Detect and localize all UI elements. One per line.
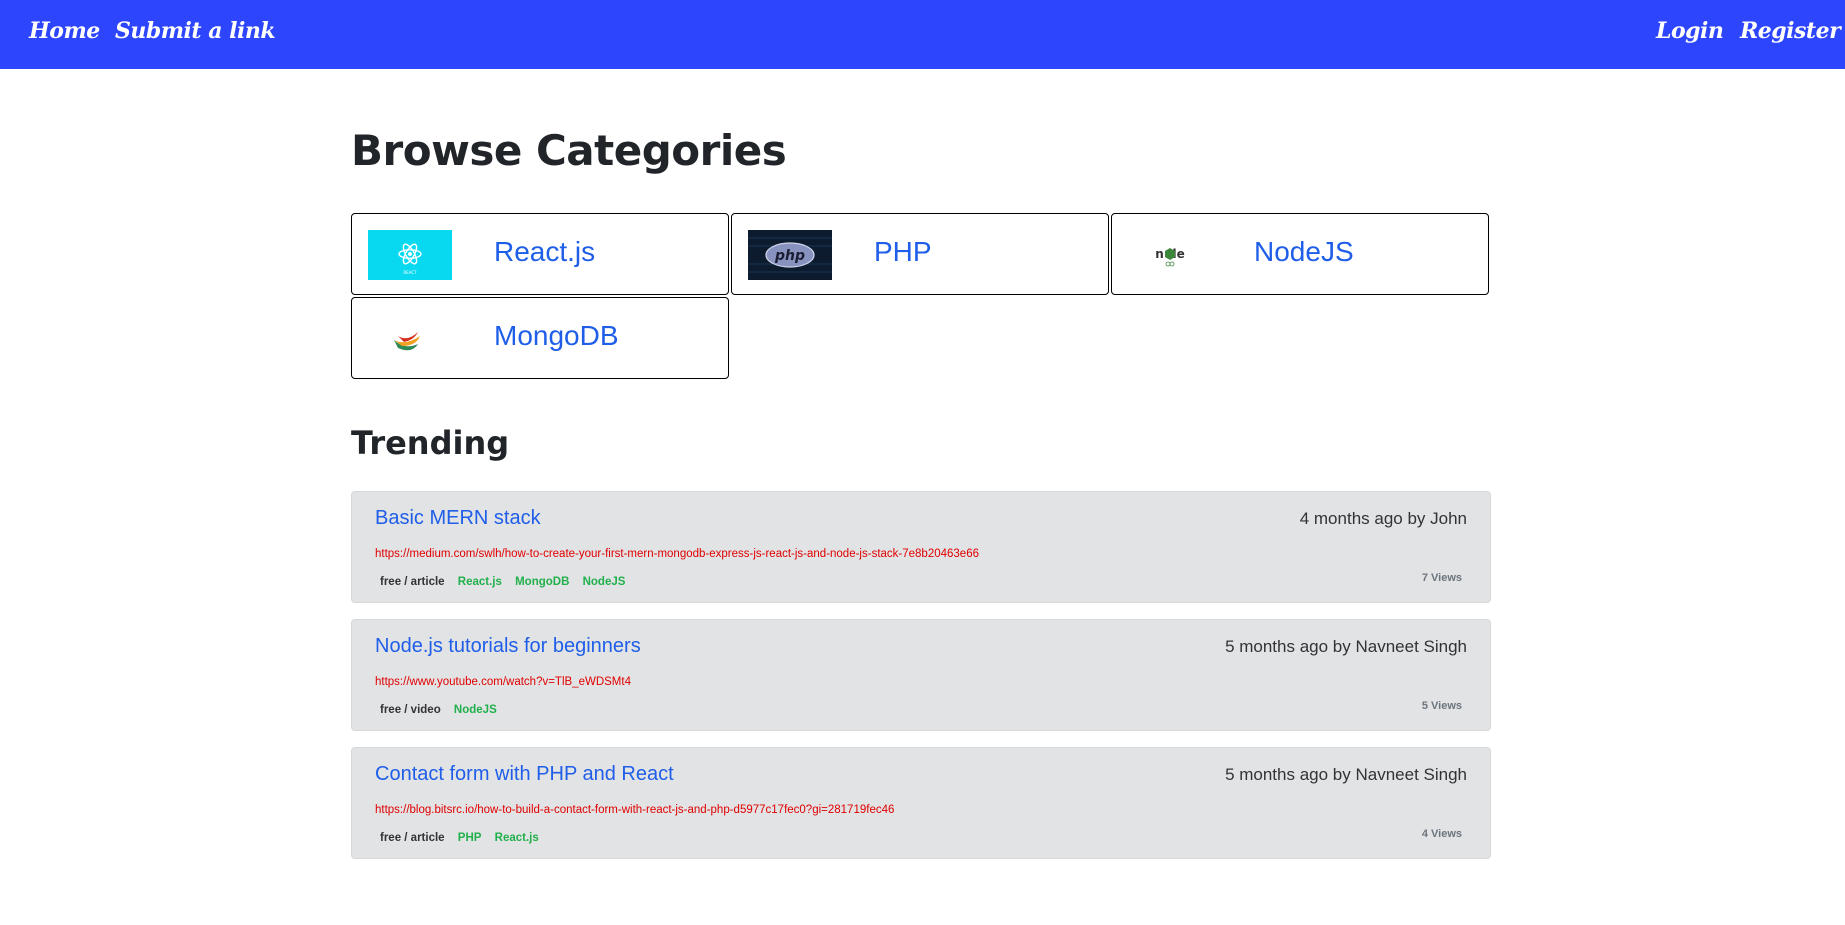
trending-item: Contact form with PHP and React 5 months… — [351, 747, 1491, 859]
category-name: MongoDB — [494, 320, 619, 351]
php-logo-icon: php — [748, 230, 832, 280]
trending-item-views: 5 Views — [1421, 700, 1462, 712]
trending-item-meta: 4 months ago by John — [1299, 509, 1467, 528]
browse-categories-heading: Browse Categories — [351, 126, 787, 175]
trending-item-url[interactable]: https://medium.com/swlh/how-to-create-yo… — [375, 548, 979, 560]
nodejs-logo-icon: n de — [1128, 230, 1212, 280]
category-name: PHP — [874, 236, 932, 267]
resource-type-label: free / article — [380, 576, 445, 588]
mongodb-logo-icon — [368, 314, 452, 364]
trending-item-url[interactable]: https://blog.bitsrc.io/how-to-build-a-co… — [375, 804, 894, 816]
trending-item-views: 7 Views — [1421, 572, 1462, 584]
resource-type-label: free / video — [380, 704, 441, 716]
tag-link[interactable]: React.js — [495, 832, 539, 844]
tag-link[interactable]: PHP — [458, 832, 482, 844]
category-name: NodeJS — [1254, 236, 1354, 267]
category-card-mongodb[interactable]: MongoDB — [351, 297, 729, 379]
trending-item-title[interactable]: Node.js tutorials for beginners — [375, 635, 641, 658]
trending-item-tags: free / article React.js MongoDB NodeJS — [380, 576, 635, 588]
nav-login-link[interactable]: Login — [1656, 18, 1724, 44]
svg-text:REACT: REACT — [403, 270, 417, 275]
trending-item-meta: 5 months ago by Navneet Singh — [1225, 637, 1467, 656]
tag-link[interactable]: MongoDB — [515, 576, 569, 588]
category-name: React.js — [494, 236, 596, 267]
nav-submit-link[interactable]: Submit a link — [115, 18, 276, 44]
react-logo-icon: REACT — [368, 230, 452, 280]
trending-item-title[interactable]: Contact form with PHP and React — [375, 763, 674, 786]
trending-item-tags: free / article PHP React.js — [380, 832, 549, 844]
trending-heading: Trending — [351, 424, 510, 462]
category-card-nodejs[interactable]: n de NodeJS — [1111, 213, 1489, 295]
svg-text:php: php — [774, 248, 805, 264]
trending-item-tags: free / video NodeJS — [380, 704, 507, 716]
tag-link[interactable]: React.js — [458, 576, 502, 588]
trending-item-meta: 5 months ago by Navneet Singh — [1225, 765, 1467, 784]
trending-item: Node.js tutorials for beginners 5 months… — [351, 619, 1491, 731]
nav-register-link[interactable]: Register — [1740, 18, 1841, 44]
tag-link[interactable]: NodeJS — [583, 576, 626, 588]
trending-item-title[interactable]: Basic MERN stack — [375, 507, 541, 530]
top-navbar: Home Submit a link Login Register — [0, 0, 1845, 69]
resource-type-label: free / article — [380, 832, 445, 844]
category-card-php[interactable]: php PHP — [731, 213, 1109, 295]
trending-item-views: 4 Views — [1421, 828, 1462, 840]
category-card-reactjs[interactable]: REACT React.js — [351, 213, 729, 295]
trending-item: Basic MERN stack 4 months ago by John ht… — [351, 491, 1491, 603]
nav-home-link[interactable]: Home — [29, 18, 100, 44]
trending-item-url[interactable]: https://www.youtube.com/watch?v=TlB_eWDS… — [375, 676, 631, 688]
tag-link[interactable]: NodeJS — [454, 704, 497, 716]
